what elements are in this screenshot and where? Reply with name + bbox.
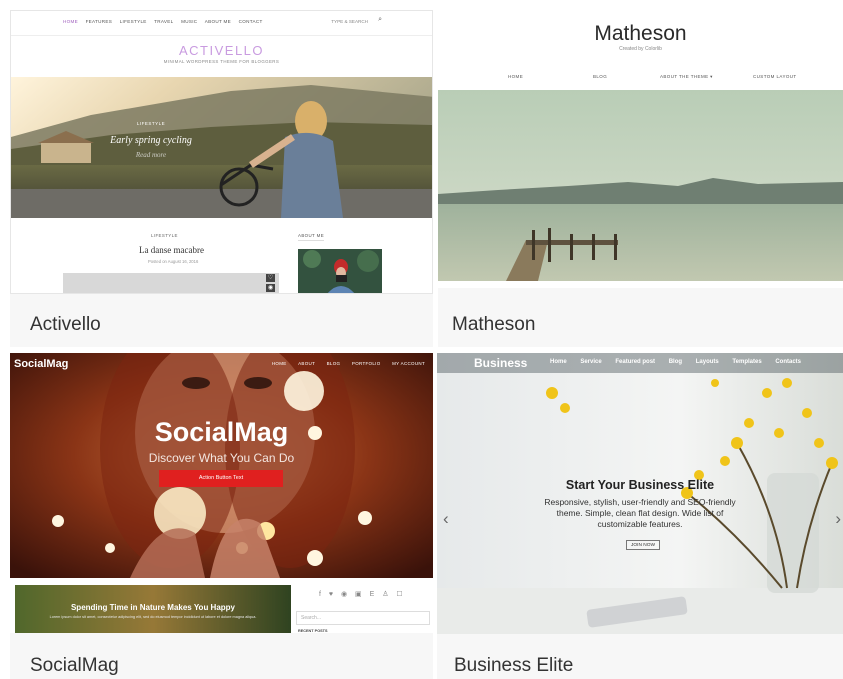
- preview-search-field: Search...: [296, 611, 430, 625]
- preview-sidebar-heading: ABOUT ME: [298, 233, 325, 241]
- preview-nav-bar: HOME FEATURES LIFESTYLE TRAVEL MUSIC ABO…: [11, 11, 432, 36]
- theme-name[interactable]: Activello: [30, 314, 101, 336]
- preview-logo: Business: [474, 356, 528, 370]
- theme-preview-activello[interactable]: HOME FEATURES LIFESTYLE TRAVEL MUSIC ABO…: [10, 10, 433, 294]
- preview-hero-more: Read more: [135, 151, 167, 159]
- preview-nav-menu: Home Service Featured post Blog Layouts …: [550, 359, 813, 365]
- preview-logo: ACTIVELLO: [178, 43, 265, 58]
- preview-hero-image: [437, 353, 843, 634]
- preview-nav-menu: HOME ABOUT BLOG PORTFOLIO MY ACCOUNT: [262, 361, 425, 366]
- preview-about-photo: [298, 249, 382, 293]
- about-photo-graphic: [298, 249, 382, 293]
- preview-nav-item: BLOG: [326, 361, 341, 366]
- preview-hero-subtitle: Discover What You Can Do: [148, 451, 295, 465]
- theme-preview-business-elite[interactable]: Business Home Service Featured post Blog…: [437, 353, 843, 634]
- preview-nav-item: BLOG: [593, 74, 608, 79]
- preview-nav-menu: HOME FEATURES LIFESTYLE TRAVEL MUSIC ABO…: [63, 19, 269, 24]
- preview-nav-item: Templates: [732, 359, 762, 365]
- preview-featured-post: Spending Time in Nature Makes You Happy …: [15, 585, 291, 633]
- preview-nav-item: HOME: [271, 361, 287, 366]
- theme-preview-matheson[interactable]: Matheson Created by Colorlib HOME BLOG A…: [438, 10, 843, 288]
- preview-hero-title: Start Your Business Elite: [565, 478, 715, 492]
- preview-hero-image: [438, 90, 843, 281]
- preview-hero-title: Early spring cycling: [110, 135, 192, 146]
- preview-tagline: MINIMAL WORDPRESS THEME FOR BLOGGERS: [163, 59, 280, 64]
- theme-name[interactable]: Matheson: [452, 314, 535, 336]
- preview-nav-item: ABOUT ME: [204, 19, 232, 24]
- preview-nav-item: HOME: [63, 19, 78, 24]
- theme-preview-socialmag[interactable]: SocialMag HOME ABOUT BLOG PORTFOLIO MY A…: [10, 353, 433, 633]
- chevron-left-icon: ‹: [443, 509, 449, 528]
- woman-lights-photo: [10, 353, 433, 578]
- preview-post-category: LIFESTYLE: [151, 233, 178, 238]
- theme-name[interactable]: Business Elite: [454, 655, 573, 677]
- preview-nav-item: MUSIC: [181, 19, 198, 24]
- chevron-right-icon: ›: [835, 509, 841, 528]
- lake-pier-photo: [438, 90, 843, 281]
- preview-search-text: TYPE & SEARCH: [331, 19, 368, 24]
- preview-hero-description: Responsive, stylish, user-friendly and S…: [544, 497, 736, 529]
- preview-hero-category: LIFESTYLE: [136, 121, 166, 126]
- preview-nav-item: CUSTOM LAYOUT: [753, 74, 797, 79]
- heart-icon: ♡: [266, 274, 275, 282]
- theme-caption-bar: Business Elite: [437, 634, 843, 679]
- preview-join-button: JOIN NOW: [626, 540, 660, 550]
- preview-hero-image: [10, 353, 433, 578]
- theme-card-business-elite[interactable]: Business Home Service Featured post Blog…: [437, 353, 843, 679]
- search-icon: ⌕: [378, 16, 382, 23]
- preview-nav-item: HOME: [508, 74, 524, 79]
- theme-card-socialmag[interactable]: SocialMag HOME ABOUT BLOG PORTFOLIO MY A…: [10, 353, 433, 679]
- preview-nav-item: Home: [550, 359, 567, 365]
- preview-nav-item: LIFESTYLE: [119, 19, 147, 24]
- preview-nav-item: PORTFOLIO: [351, 361, 381, 366]
- theme-caption-bar: Activello: [10, 294, 433, 347]
- preview-post-title: La danse macabre: [139, 245, 204, 255]
- desk-flowers-photo: [437, 353, 843, 634]
- preview-tagline: Created by Colorlib: [619, 46, 662, 52]
- theme-card-activello[interactable]: HOME FEATURES LIFESTYLE TRAVEL MUSIC ABO…: [10, 10, 433, 347]
- preview-post-image: [63, 273, 279, 293]
- theme-name[interactable]: SocialMag: [30, 655, 119, 677]
- theme-caption-bar: Matheson: [438, 288, 843, 347]
- theme-caption-bar: SocialMag: [10, 633, 433, 679]
- preview-post-title: Spending Time in Nature Makes You Happy: [70, 603, 236, 612]
- preview-logo: Matheson: [594, 22, 687, 45]
- preview-nav-item: ABOUT: [298, 361, 316, 366]
- camera-icon: ◉: [266, 284, 275, 292]
- preview-logo: SocialMag: [14, 358, 69, 370]
- preview-nav-item: Contacts: [775, 359, 801, 365]
- preview-hero-image: [11, 77, 432, 218]
- preview-hero-title: SocialMag: [154, 417, 289, 447]
- preview-nav-item: MY ACCOUNT: [392, 361, 425, 366]
- preview-nav-item: FEATURES: [85, 19, 113, 24]
- preview-nav-item: TRAVEL: [154, 19, 174, 24]
- social-icons-row: f ♥ ◉ ▣ E ♙ ☐: [319, 591, 406, 598]
- preview-nav-item: CONTACT: [238, 19, 263, 24]
- preview-nav-item: ABOUT THE THEME ▾: [660, 74, 713, 79]
- preview-nav-item: Blog: [668, 359, 683, 365]
- preview-nav-item: Layouts: [695, 359, 719, 365]
- preview-action-button: Action Button Text: [159, 470, 283, 487]
- preview-post-date: Posted on August 16, 2016: [148, 259, 199, 264]
- preview-nav-item: Service: [580, 359, 602, 365]
- theme-card-matheson[interactable]: Matheson Created by Colorlib HOME BLOG A…: [438, 10, 843, 347]
- cyclist-photo: [11, 77, 432, 218]
- preview-nav-item: Featured post: [615, 359, 656, 365]
- preview-post-snippet: Lorem ipsum dolor sit amet, consectetur …: [49, 615, 257, 619]
